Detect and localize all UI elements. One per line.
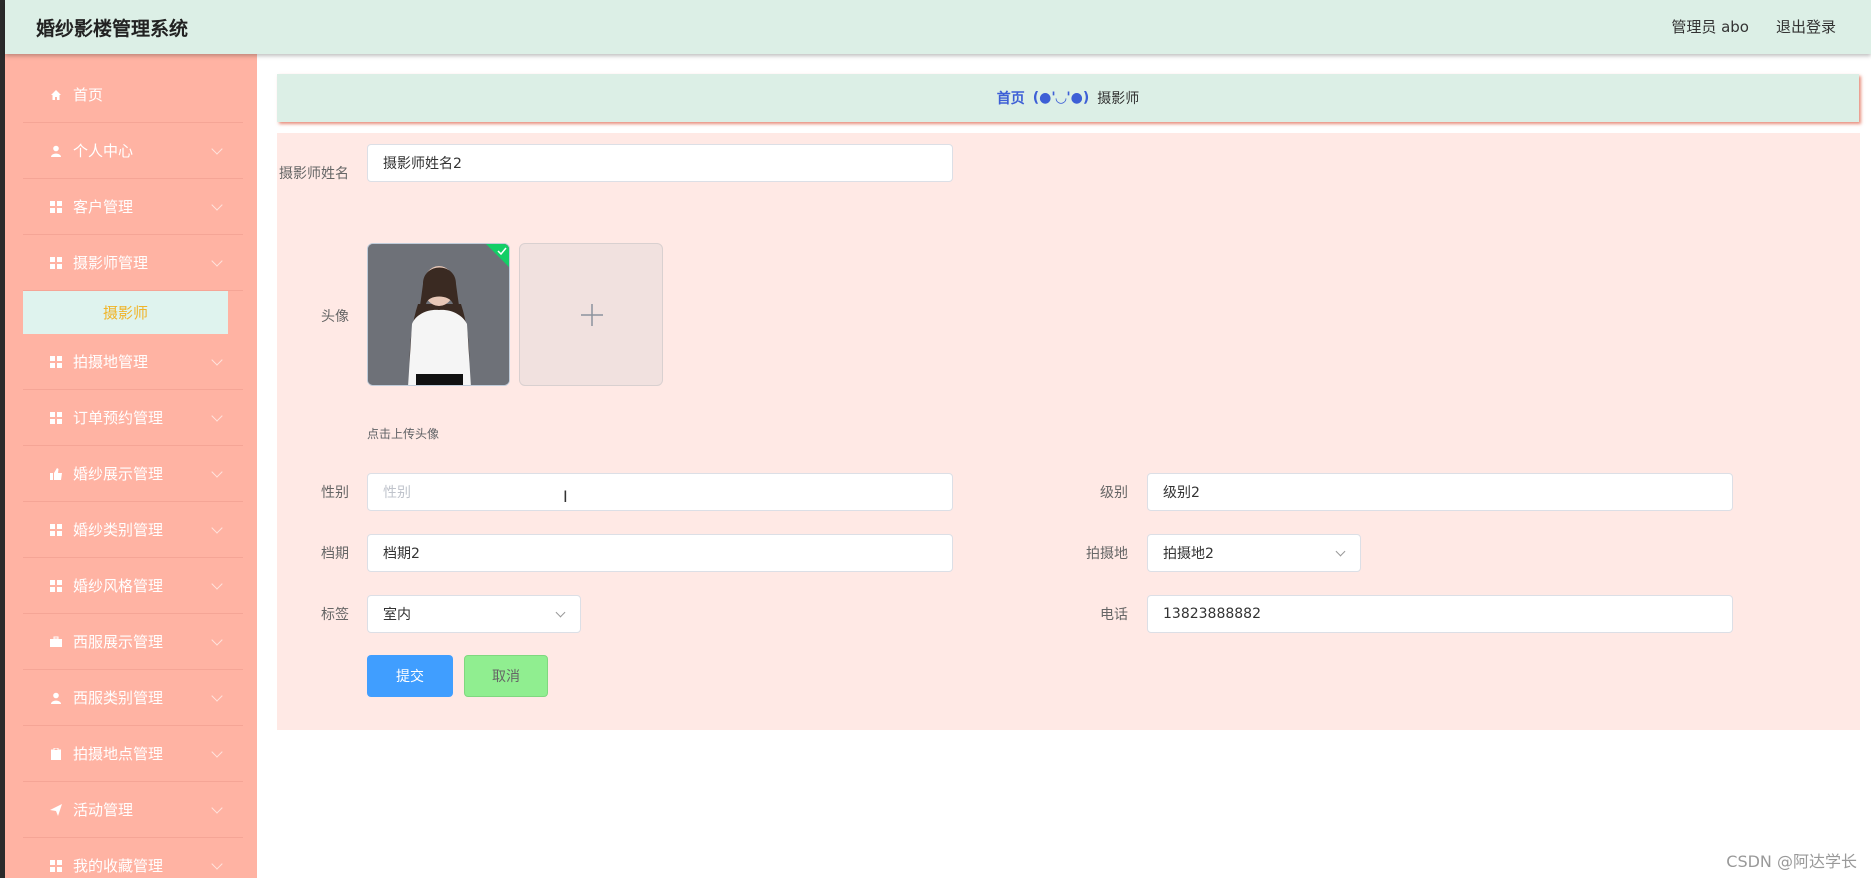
breadcrumb-home[interactable]: 首页 (997, 88, 1025, 108)
chevron-down-icon (211, 466, 223, 478)
sidebar-item-dress-display[interactable]: 婚纱展示管理 (23, 446, 243, 502)
sidebar-item-customers[interactable]: 客户管理 (23, 179, 243, 235)
gender-label: 性别 (321, 485, 349, 501)
app-root: 婚纱影楼管理系统 管理员 abo 退出登录 首页 个人中心 客户管理 摄影师管理… (0, 0, 1871, 878)
grid-icon (49, 200, 63, 214)
sidebar-item-label: 婚纱展示管理 (73, 465, 164, 483)
briefcase-icon (49, 635, 63, 649)
grid-icon (49, 859, 63, 873)
sidebar-item-label: 首页 (73, 86, 104, 104)
chevron-down-icon (211, 255, 223, 267)
chevron-down-icon (211, 858, 223, 870)
cancel-button[interactable]: 取消 (464, 655, 548, 697)
sidebar-item-home[interactable]: 首页 (23, 67, 243, 123)
gender-input[interactable]: 性别 (367, 473, 953, 511)
plus-icon (581, 304, 603, 326)
level-input[interactable]: 级别2 (1147, 473, 1733, 511)
sidebar-item-label: 订单预约管理 (73, 409, 164, 427)
avatar-upload-button[interactable] (519, 243, 663, 386)
sidebar-item-dress-style[interactable]: 婚纱风格管理 (23, 558, 243, 614)
sidebar-item-label: 拍摄地点管理 (73, 745, 164, 763)
sidebar-item-profile[interactable]: 个人中心 (23, 123, 243, 179)
grid-icon (49, 355, 63, 369)
chevron-down-icon (211, 410, 223, 422)
grid-icon (49, 411, 63, 425)
sidebar-subitem-photographer[interactable]: 摄影师 (23, 291, 228, 334)
sidebar-item-label: 婚纱类别管理 (73, 521, 164, 539)
chevron-down-icon (211, 690, 223, 702)
name-label: 摄影师姓名 (279, 155, 349, 193)
current-user: 管理员 abo (1671, 18, 1749, 36)
logout-link[interactable]: 退出登录 (1776, 16, 1836, 37)
chevron-down-icon (211, 522, 223, 534)
sidebar-item-photographers[interactable]: 摄影师管理 (23, 235, 243, 291)
upload-tip: 点击上传头像 (367, 427, 440, 441)
sidebar-item-label: 摄影师管理 (73, 254, 149, 272)
user-icon (49, 144, 63, 158)
text-cursor-icon: I (563, 487, 568, 506)
level-label: 级别 (1100, 485, 1128, 501)
avatar-preview[interactable] (367, 243, 510, 386)
photographer-form: 摄影师姓名 摄影师姓名2 头像 点击上传头像 性别 性别 级别 级别2 档期 档… (277, 133, 1860, 730)
photographer-photo (368, 244, 509, 385)
sidebar-item-label: 西服展示管理 (73, 633, 164, 651)
chevron-down-icon (211, 634, 223, 646)
schedule-label: 档期 (321, 546, 349, 562)
sidebar-item-label: 拍摄地管理 (73, 353, 149, 371)
submit-button[interactable]: 提交 (367, 655, 453, 697)
chevron-down-icon (211, 199, 223, 211)
tag-select[interactable]: 室内 (367, 595, 581, 633)
thumb-icon (49, 467, 63, 481)
grid-icon (49, 523, 63, 537)
chevron-down-icon (211, 802, 223, 814)
sidebar-item-label: 客户管理 (73, 198, 134, 216)
location-select-value: 拍摄地2 (1163, 546, 1214, 562)
sidebar-item-label: 婚纱风格管理 (73, 577, 164, 595)
name-input[interactable]: 摄影师姓名2 (367, 144, 953, 182)
sidebar-item-dress-category[interactable]: 婚纱类别管理 (23, 502, 243, 558)
send-icon (49, 803, 63, 817)
phone-input[interactable]: 13823888882 (1147, 595, 1733, 633)
breadcrumb-current: 摄影师 (1097, 91, 1140, 107)
chevron-down-icon (555, 607, 566, 618)
sidebar-item-shoot-sites[interactable]: 拍摄地点管理 (23, 726, 243, 782)
chevron-down-icon (211, 578, 223, 590)
chevron-down-icon (211, 354, 223, 366)
sidebar-item-label: 我的收藏管理 (73, 857, 164, 875)
user-icon (49, 691, 63, 705)
chevron-down-icon (211, 143, 223, 155)
sidebar-item-favorites[interactable]: 我的收藏管理 (23, 838, 243, 878)
schedule-input[interactable]: 档期2 (367, 534, 953, 572)
chevron-down-icon (1335, 546, 1346, 557)
name-label-text: 摄影师姓名 (279, 166, 349, 182)
sidebar-item-label: 活动管理 (73, 801, 134, 819)
sidebar-item-label: 西服类别管理 (73, 689, 164, 707)
sidebar-item-locations[interactable]: 拍摄地管理 (23, 334, 243, 390)
location-label: 拍摄地 (1086, 546, 1128, 562)
sidebar-item-suit-display[interactable]: 西服展示管理 (23, 614, 243, 670)
tag-select-value: 室内 (383, 607, 411, 623)
avatar-label: 头像 (321, 309, 349, 325)
app-title: 婚纱影楼管理系统 (36, 18, 189, 40)
phone-label: 电话 (1100, 607, 1128, 623)
sidebar-item-orders[interactable]: 订单预约管理 (23, 390, 243, 446)
sidebar-item-label: 个人中心 (73, 142, 134, 160)
breadcrumb-separator: (●'◡'●) (1032, 90, 1090, 106)
chevron-down-icon (211, 746, 223, 758)
top-header: 婚纱影楼管理系统 管理员 abo 退出登录 (5, 0, 1871, 54)
sidebar: 首页 个人中心 客户管理 摄影师管理 摄影师 拍摄地管理 订单预约管理 婚纱展示… (5, 54, 257, 878)
home-icon (49, 88, 63, 102)
location-select[interactable]: 拍摄地2 (1147, 534, 1361, 572)
tag-label: 标签 (321, 607, 349, 623)
grid-icon (49, 256, 63, 270)
sidebar-item-activities[interactable]: 活动管理 (23, 782, 243, 838)
watermark: CSDN @阿达学长 (1726, 852, 1857, 871)
clipboard-icon (49, 747, 63, 761)
grid-icon (49, 579, 63, 593)
sidebar-item-suit-category[interactable]: 西服类别管理 (23, 670, 243, 726)
breadcrumb: 首页 (●'◡'●) 摄影师 (277, 74, 1859, 122)
